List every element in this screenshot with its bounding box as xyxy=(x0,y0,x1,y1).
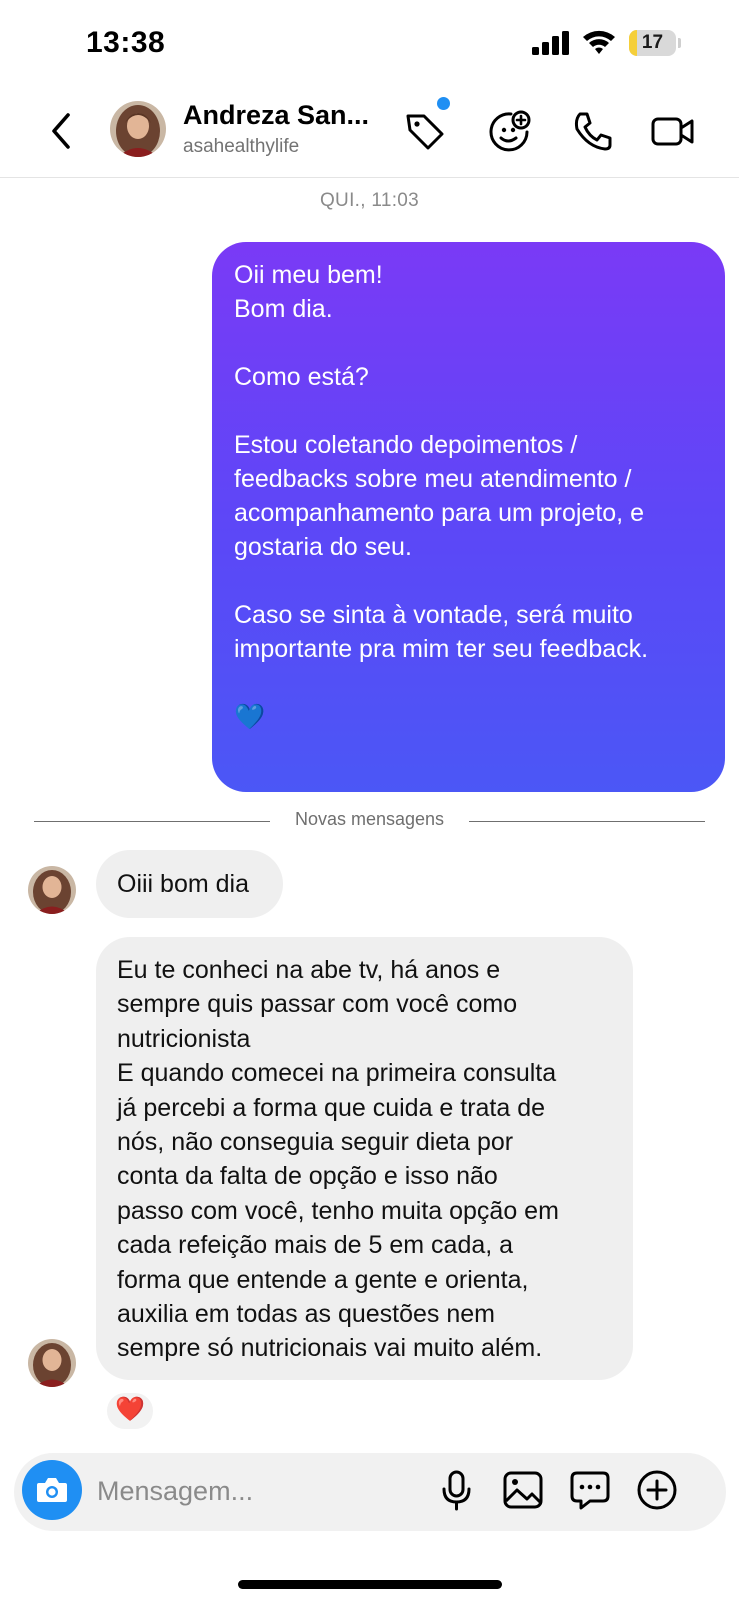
avatar[interactable] xyxy=(28,1339,76,1387)
avatar[interactable] xyxy=(110,101,166,157)
status-time: 13:38 xyxy=(86,26,166,59)
message-timestamp: QUI., 11:03 xyxy=(319,190,420,211)
contact-name[interactable]: Andreza San... xyxy=(183,100,393,131)
contact-handle[interactable]: asahealthylife xyxy=(183,136,299,158)
camera-button[interactable] xyxy=(22,1460,82,1520)
sent-message-text: Oii meu bem! Bom dia. Como está? Estou c… xyxy=(234,261,649,731)
video-camera-icon[interactable] xyxy=(650,108,696,154)
received-message-bubble[interactable]: Eu te conheci na abe tv, há anos e sempr… xyxy=(96,937,633,1380)
home-indicator xyxy=(238,1580,502,1589)
microphone-icon[interactable] xyxy=(434,1467,480,1513)
sent-message-bubble[interactable]: Oii meu bem! Bom dia. Como está? Estou c… xyxy=(212,242,725,792)
heart-reaction[interactable]: ❤️ xyxy=(104,1390,156,1432)
status-bar: 13:38 17 xyxy=(0,0,739,88)
battery-indicator: 17 xyxy=(629,30,681,56)
phone-icon[interactable] xyxy=(570,108,616,154)
received-message-text: Eu te conheci na abe tv, há anos e sempr… xyxy=(117,956,559,1363)
received-message-bubble[interactable]: Oiii bom dia xyxy=(96,850,283,918)
divider-label: Novas mensagens xyxy=(294,809,445,829)
received-message-text: Oiii bom dia xyxy=(117,870,249,898)
message-composer xyxy=(14,1453,726,1531)
plus-circle-icon[interactable] xyxy=(634,1467,680,1513)
new-messages-divider: Novas mensagens xyxy=(0,807,739,835)
camera-icon xyxy=(37,1478,67,1502)
sticker-plus-icon[interactable] xyxy=(487,108,533,154)
wifi-icon xyxy=(583,30,615,54)
notification-dot xyxy=(437,97,450,110)
message-input[interactable] xyxy=(97,1472,417,1510)
tag-icon[interactable] xyxy=(402,108,448,154)
battery-level: 17 xyxy=(641,32,664,53)
avatar[interactable] xyxy=(28,866,76,914)
chevron-left-icon[interactable] xyxy=(44,108,80,154)
gallery-icon[interactable] xyxy=(500,1467,546,1513)
signal-icon xyxy=(532,31,569,55)
chat-header: Andreza San... asahealthylife xyxy=(0,88,739,178)
chat-bubble-icon[interactable] xyxy=(567,1467,613,1513)
